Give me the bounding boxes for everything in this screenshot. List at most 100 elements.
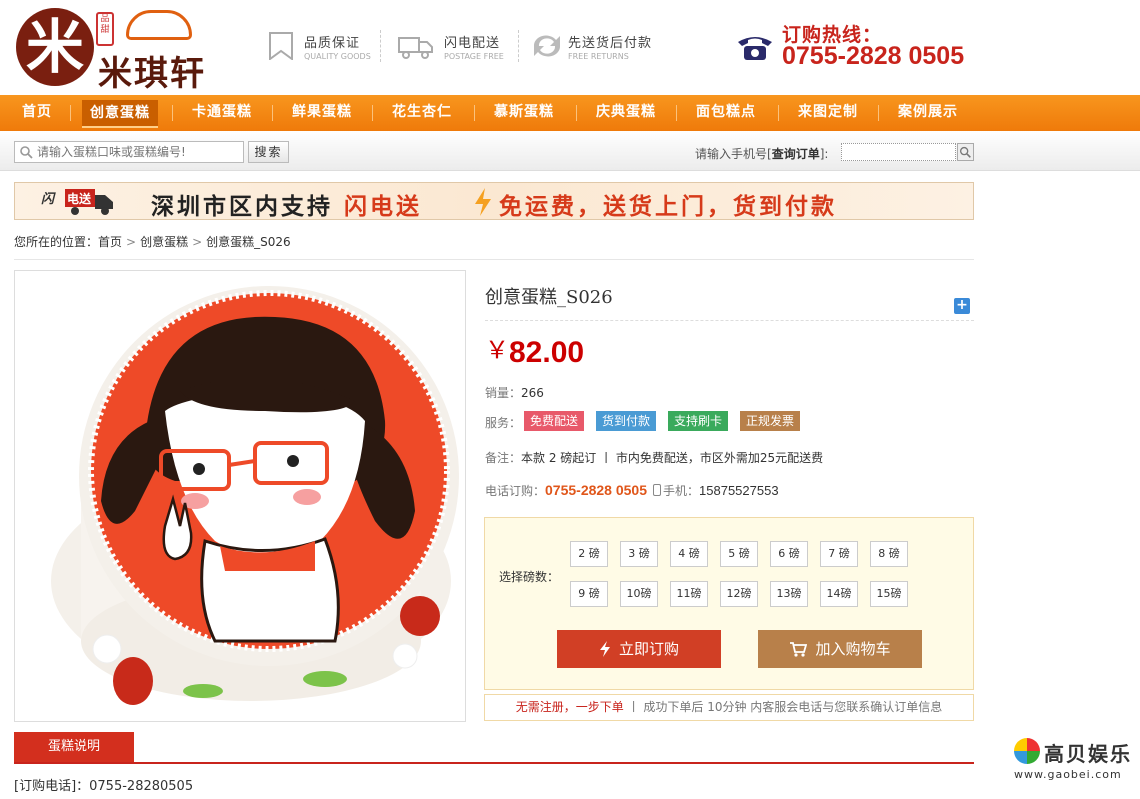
contact-row: 电话订购：0755-2828 0505 手机：15875527553 bbox=[485, 482, 779, 499]
delivery-banner[interactable]: 闪 电送 深圳市区内支持 闪电送 免运费，送货上门，货到付款 bbox=[14, 182, 974, 220]
feature-subtitle: FREE RETURNS bbox=[568, 52, 629, 61]
nav-divider bbox=[272, 105, 273, 121]
order-phone-input[interactable] bbox=[841, 143, 956, 161]
search-input[interactable] bbox=[37, 142, 242, 162]
weight-option-7[interactable]: 7 磅 bbox=[820, 541, 858, 567]
product-image[interactable] bbox=[14, 270, 466, 722]
search-field bbox=[14, 141, 244, 163]
banner-text-a: 深圳市区内支持 bbox=[151, 194, 333, 220]
logo-text: 米琪轩 bbox=[98, 54, 206, 94]
weight-option-13[interactable]: 13磅 bbox=[770, 581, 808, 607]
add-to-cart-button[interactable]: 加入购物车 bbox=[758, 630, 922, 668]
weight-option-6[interactable]: 6 磅 bbox=[770, 541, 808, 567]
product-title: 创意蛋糕_S026 bbox=[485, 287, 613, 308]
svg-text:闪: 闪 bbox=[41, 191, 56, 207]
weight-option-10[interactable]: 10磅 bbox=[620, 581, 658, 607]
divider bbox=[14, 259, 974, 260]
truck-icon bbox=[398, 37, 433, 59]
product-price: ￥82.00 bbox=[485, 330, 584, 370]
nav-item-bread-pastry[interactable]: 面包糕点 bbox=[696, 95, 756, 131]
breadcrumb-separator: > bbox=[126, 235, 137, 249]
banner-text: 深圳市区内支持 闪电送 bbox=[151, 187, 422, 221]
tab-cake-description[interactable]: 蛋糕说明 bbox=[14, 732, 134, 762]
tel-number: 0755-2828 0505 bbox=[545, 482, 648, 498]
service-badge-card: 支持刷卡 bbox=[668, 411, 729, 431]
service-badge-cod: 货到付款 bbox=[596, 411, 657, 431]
nav-item-peanut-almond[interactable]: 花生杏仁 bbox=[392, 95, 452, 131]
service-label: 服务： bbox=[485, 416, 522, 430]
cart-icon bbox=[790, 642, 808, 657]
nav-item-creative-cakes[interactable]: 创意蛋糕 bbox=[82, 95, 158, 131]
weight-option-5[interactable]: 5 磅 bbox=[720, 541, 758, 567]
site-header: 米 品甜 米琪轩 品质保证 QUALITY GOODS 闪电配送 POSTAGE… bbox=[0, 0, 1140, 95]
order-search-button[interactable] bbox=[957, 143, 974, 161]
buy-now-label: 立即订购 bbox=[618, 640, 679, 658]
nav-divider bbox=[172, 105, 173, 121]
order-options: 选择磅数： 2 磅 3 磅 4 磅 5 磅 6 磅 7 磅 8 磅 9 磅 10… bbox=[484, 517, 974, 690]
search-icon bbox=[20, 146, 33, 159]
feature-title: 品质保证 bbox=[304, 36, 361, 51]
banner-text-c: 免运费，送货上门，货到付款 bbox=[499, 194, 837, 220]
breadcrumb-category[interactable]: 创意蛋糕 bbox=[140, 235, 188, 249]
note-text: 本款 2 磅起订 丨 市内免费配送，市区外需加25元配送费 bbox=[521, 451, 824, 465]
nav-item-celebration-cakes[interactable]: 庆典蛋糕 bbox=[596, 95, 656, 131]
site-logo[interactable]: 米 品甜 米琪轩 bbox=[16, 8, 221, 94]
order-query-prefix: 请输入手机号[ bbox=[695, 147, 772, 161]
currency-symbol: ￥ bbox=[485, 336, 509, 364]
nav-item-label: 鲜果蛋糕 bbox=[292, 104, 352, 120]
breadcrumb-separator: > bbox=[192, 235, 203, 249]
sales-row: 销量：266 bbox=[485, 384, 544, 401]
telephone-icon bbox=[738, 37, 772, 60]
weight-label: 选择磅数： bbox=[499, 570, 560, 584]
nav-item-mousse-cakes[interactable]: 慕斯蛋糕 bbox=[494, 95, 554, 131]
chef-hat-icon bbox=[126, 10, 192, 40]
weight-option-4[interactable]: 4 磅 bbox=[670, 541, 708, 567]
add-to-cart-label: 加入购物车 bbox=[815, 640, 891, 658]
weight-option-9[interactable]: 9 磅 bbox=[570, 581, 608, 607]
weight-option-12[interactable]: 12磅 bbox=[720, 581, 758, 607]
weight-option-8[interactable]: 8 磅 bbox=[870, 541, 908, 567]
nav-item-label: 首页 bbox=[22, 104, 52, 120]
expand-icon[interactable]: + bbox=[954, 298, 970, 314]
notice-text: 丨 成功下单后 10分钟 内客服会电话与您联系确认订单信息 bbox=[627, 700, 943, 714]
nav-divider bbox=[878, 105, 879, 121]
mobile-icon bbox=[653, 484, 662, 496]
nav-item-label: 慕斯蛋糕 bbox=[494, 104, 554, 120]
nav-item-showcase[interactable]: 案例展示 bbox=[898, 95, 958, 131]
feature-title: 先送货后付款 bbox=[568, 36, 653, 51]
nav-item-cartoon-cakes[interactable]: 卡通蛋糕 bbox=[192, 95, 252, 131]
logo-seal: 品甜 bbox=[96, 12, 114, 46]
nav-item-label: 花生杏仁 bbox=[392, 104, 452, 120]
breadcrumb-home[interactable]: 首页 bbox=[98, 235, 122, 249]
nav-item-fruit-cakes[interactable]: 鲜果蛋糕 bbox=[292, 95, 352, 131]
nav-divider bbox=[70, 105, 71, 121]
weight-option-3[interactable]: 3 磅 bbox=[620, 541, 658, 567]
notice-highlight: 无需注册，一步下单 bbox=[515, 700, 624, 714]
nav-item-label: 庆典蛋糕 bbox=[596, 104, 656, 120]
nav-divider bbox=[474, 105, 475, 121]
buy-now-button[interactable]: 立即订购 bbox=[557, 630, 721, 668]
weight-option-2[interactable]: 2 磅 bbox=[570, 541, 608, 567]
mobile-number: 15875527553 bbox=[699, 483, 779, 498]
order-query-label: 请输入手机号[查询订单]: bbox=[695, 145, 828, 162]
order-query-link[interactable]: 查询订单 bbox=[772, 147, 820, 161]
search-button[interactable]: 搜索 bbox=[248, 141, 289, 163]
weight-option-14[interactable]: 14磅 bbox=[820, 581, 858, 607]
weight-option-15[interactable]: 15磅 bbox=[870, 581, 908, 607]
nav-item-label: 面包糕点 bbox=[696, 104, 756, 120]
hotline-number: 0755-2828 0505 bbox=[782, 42, 965, 70]
return-icon bbox=[533, 35, 561, 57]
nav-item-label: 案例展示 bbox=[898, 104, 958, 120]
cake-illustration bbox=[51, 286, 459, 705]
price-value: 82.00 bbox=[509, 336, 585, 369]
watermark-text: 高贝娱乐 bbox=[1044, 742, 1132, 766]
nav-item-home[interactable]: 首页 bbox=[22, 95, 52, 131]
feature-subtitle: POSTAGE FREE bbox=[444, 52, 504, 61]
search-bar: 搜索 请输入手机号[查询订单]: bbox=[0, 131, 1140, 171]
nav-item-label: 创意蛋糕 bbox=[82, 100, 158, 128]
logo-mark: 米 bbox=[16, 8, 94, 86]
weight-option-11[interactable]: 11磅 bbox=[670, 581, 708, 607]
tel-label: 电话订购： bbox=[485, 484, 546, 498]
bookmark-icon bbox=[269, 32, 293, 60]
nav-item-custom-design[interactable]: 来图定制 bbox=[798, 95, 858, 131]
